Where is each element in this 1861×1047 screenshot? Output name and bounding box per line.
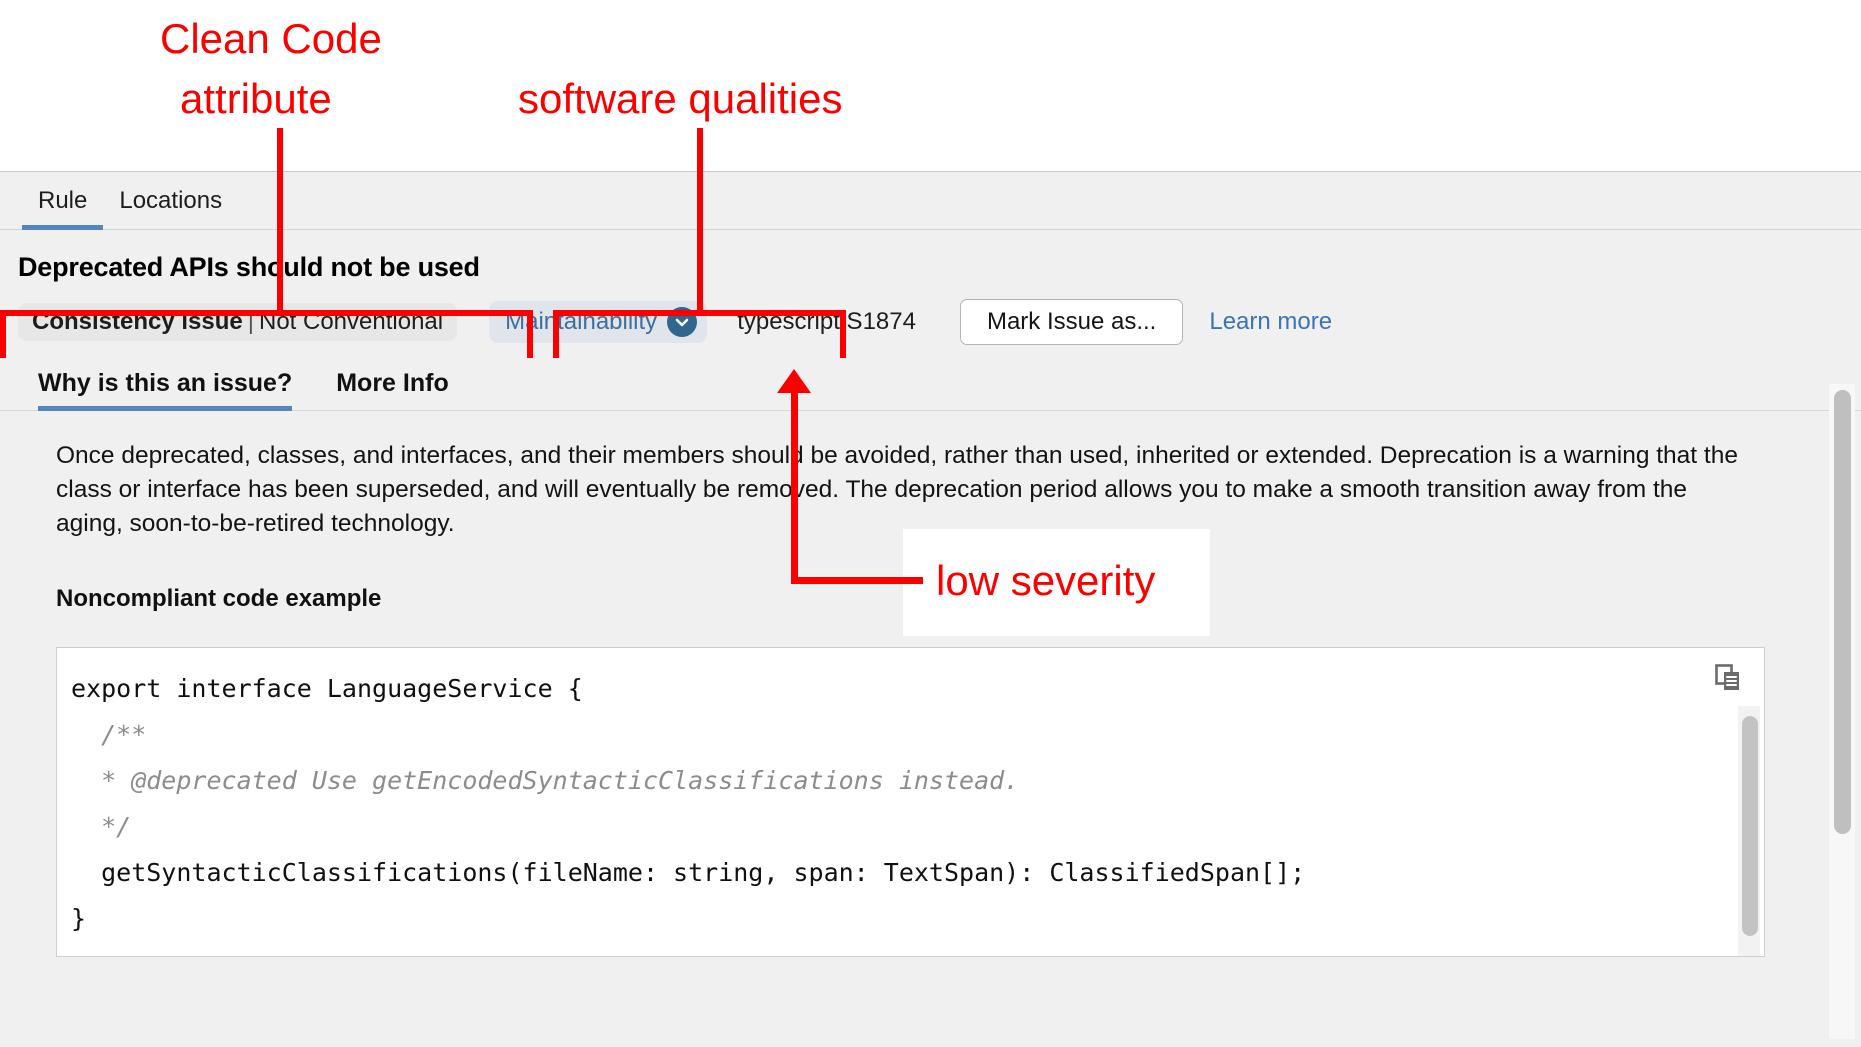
subtab-more-info-label: More Info — [336, 369, 449, 397]
annotation-software-qualities: software qualities — [518, 75, 843, 122]
code-line: /** — [71, 720, 147, 749]
software-quality-chip[interactable]: Maintainability — [489, 301, 708, 343]
annotation-stem-software-qualities — [697, 128, 703, 316]
annotation-clean-code-attribute-line1: Clean Code — [160, 15, 382, 62]
code-scrollbar-track[interactable] — [1738, 706, 1760, 956]
panel-scrollbar-track[interactable] — [1829, 384, 1855, 1039]
annotation-clean-code-attribute-line2: attribute — [180, 75, 332, 122]
tab-locations-label: Locations — [119, 186, 223, 214]
tab-rule[interactable]: Rule — [22, 172, 104, 230]
annotation-arrowhead-low-severity — [777, 369, 811, 393]
code-line: getSyntacticClassifications(fileName: st… — [71, 858, 1306, 887]
code-line: */ — [71, 812, 132, 841]
annotation-bracket-top-software-qualities — [553, 310, 846, 316]
annotation-bracket-left-software-qualities — [553, 310, 559, 358]
subtab-more-info[interactable]: More Info — [336, 369, 463, 410]
annotation-stem-clean-code — [277, 128, 283, 316]
mark-issue-button[interactable]: Mark Issue as... — [959, 299, 1184, 345]
annotation-elbow-horizontal-low-severity — [791, 577, 923, 584]
learn-more-link[interactable]: Learn more — [1209, 308, 1332, 336]
subtab-why-is-this-an-issue[interactable]: Why is this an issue? — [38, 369, 306, 411]
annotation-elbow-vertical-low-severity — [791, 392, 798, 584]
noncompliant-code-block[interactable]: export interface LanguageService { /** *… — [56, 647, 1765, 957]
panel-subtabs: Why is this an issue? More Info — [0, 349, 1861, 411]
rule-description-paragraph: Once deprecated, classes, and interfaces… — [56, 442, 1738, 537]
tab-rule-label: Rule — [38, 186, 88, 214]
annotation-bracket-left-clean-code — [0, 310, 6, 358]
annotation-low-severity-label: low severity — [936, 557, 1156, 604]
copy-icon[interactable] — [1714, 664, 1742, 692]
annotation-bracket-top-clean-code — [0, 310, 533, 316]
code-line: } — [71, 904, 87, 933]
code-line: * @deprecated Use getEncodedSyntacticCla… — [71, 766, 1020, 795]
tab-locations[interactable]: Locations — [103, 172, 238, 229]
annotation-bracket-right-software-qualities — [840, 310, 846, 358]
code-line: export interface LanguageService { — [71, 674, 583, 703]
annotation-bracket-right-clean-code — [527, 310, 533, 358]
subtab-why-label: Why is this an issue? — [38, 369, 293, 397]
panel-scrollbar-thumb[interactable] — [1834, 390, 1851, 834]
code-text: export interface LanguageService { /** *… — [57, 648, 1764, 956]
code-scrollbar-thumb[interactable] — [1742, 716, 1758, 936]
clean-code-attribute-chip[interactable]: Consistency issue | Not Conventional — [18, 303, 458, 341]
screenshot-root: Clean Code attribute software qualities … — [0, 0, 1861, 1047]
rule-description-content: Once deprecated, classes, and interfaces… — [0, 411, 1861, 957]
